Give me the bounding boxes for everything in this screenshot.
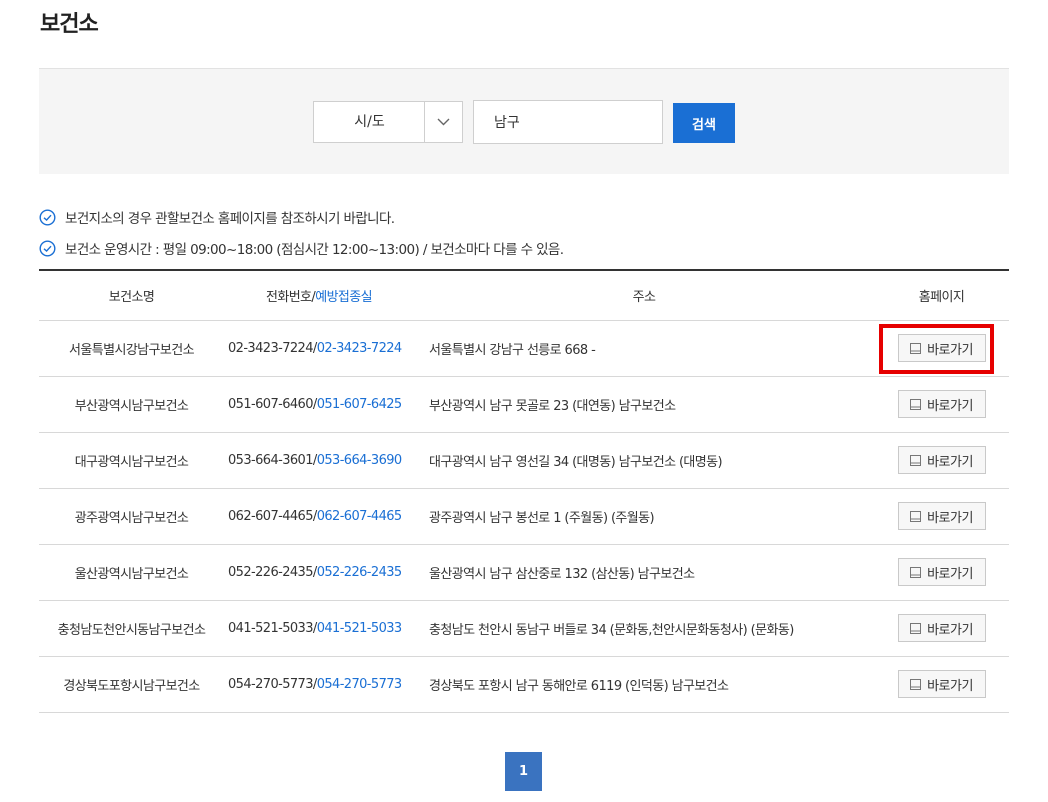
- header-address: 주소: [414, 270, 874, 321]
- homepage-cell: 바로가기: [874, 600, 1009, 657]
- center-name: 충청남도천안시동남구보건소: [39, 600, 224, 657]
- center-address: 서울특별시 강남구 선릉로 668 -: [414, 320, 874, 377]
- window-icon: [910, 398, 922, 410]
- tel-number: 062-607-4465: [228, 508, 314, 524]
- homepage-button[interactable]: 바로가기: [897, 614, 986, 642]
- center-name: 울산광역시남구보건소: [39, 544, 224, 601]
- center-address: 충청남도 천안시 동남구 버들로 34 (문화동,천안시문화동청사) (문화동): [414, 600, 874, 657]
- center-tel: 054-270-5773/054-270-5773: [224, 656, 414, 713]
- table-row: 광주광역시남구보건소 062-607-4465/062-607-4465 광주광…: [39, 488, 1009, 545]
- center-address: 대구광역시 남구 영선길 34 (대명동) 남구보건소 (대명동): [414, 432, 874, 489]
- vaccine-tel-number: 053-664-3690: [316, 452, 403, 468]
- center-name: 광주광역시남구보건소: [39, 488, 224, 545]
- header-name: 보건소명: [39, 270, 224, 321]
- tel-number: 053-664-3601: [228, 452, 314, 468]
- vaccine-tel-number: 041-521-5033: [316, 620, 403, 636]
- center-name: 대구광역시남구보건소: [39, 432, 224, 489]
- vaccine-tel-number: 062-607-4465: [316, 508, 403, 524]
- homepage-button[interactable]: 바로가기: [897, 670, 986, 698]
- table-row: 충청남도천안시동남구보건소 041-521-5033/041-521-5033 …: [39, 600, 1009, 657]
- region-select[interactable]: 시/도: [313, 101, 463, 143]
- vaccine-tel-number: 051-607-6425: [316, 396, 403, 412]
- page-button-current[interactable]: 1: [505, 752, 542, 791]
- homepage-button-label: 바로가기: [927, 398, 973, 414]
- table-row: 대구광역시남구보건소 053-664-3601/053-664-3690 대구광…: [39, 432, 1009, 489]
- homepage-cell: 바로가기: [874, 656, 1009, 713]
- vaccine-tel-number: 054-270-5773: [316, 676, 403, 692]
- center-address: 울산광역시 남구 삼산중로 132 (삼산동) 남구보건소: [414, 544, 874, 601]
- center-tel: 051-607-6460/051-607-6425: [224, 376, 414, 433]
- header-vaccine-label: 예방접종실: [315, 289, 373, 305]
- homepage-cell: 바로가기: [874, 544, 1009, 601]
- center-name: 서울특별시강남구보건소: [39, 320, 224, 377]
- tel-number: 041-521-5033: [228, 620, 314, 636]
- notice-item: 보건지소의 경우 관할보건소 홈페이지를 참조하시기 바랍니다.: [39, 207, 395, 227]
- tel-number: 054-270-5773: [228, 676, 314, 692]
- homepage-button-label: 바로가기: [927, 622, 973, 638]
- health-center-table: 보건소명 전화번호/예방접종실 주소 홈페이지 서울특별시강남구보건소 02-3…: [39, 269, 1009, 713]
- check-circle-icon: [39, 239, 56, 257]
- tel-number: 02-3423-7224: [228, 340, 314, 356]
- search-input[interactable]: [473, 100, 663, 144]
- header-tel: 전화번호/예방접종실: [224, 270, 414, 321]
- center-address: 광주광역시 남구 봉선로 1 (주월동) (주월동): [414, 488, 874, 545]
- homepage-button[interactable]: 바로가기: [897, 502, 986, 530]
- check-circle-icon: [39, 208, 56, 226]
- search-panel: 시/도 검색: [39, 68, 1009, 174]
- homepage-button-label: 바로가기: [927, 454, 973, 470]
- center-tel: 053-664-3601/053-664-3690: [224, 432, 414, 489]
- table-row: 부산광역시남구보건소 051-607-6460/051-607-6425 부산광…: [39, 376, 1009, 433]
- tel-number: 051-607-6460: [228, 396, 314, 412]
- chevron-down-icon[interactable]: [424, 102, 462, 142]
- homepage-button-label: 바로가기: [927, 510, 973, 526]
- center-tel: 041-521-5033/041-521-5033: [224, 600, 414, 657]
- homepage-button-label: 바로가기: [927, 678, 973, 694]
- search-button[interactable]: 검색: [673, 103, 735, 143]
- table-row: 서울특별시강남구보건소 02-3423-7224/02-3423-7224 서울…: [39, 320, 1009, 377]
- center-name: 부산광역시남구보건소: [39, 376, 224, 433]
- homepage-cell: 바로가기: [874, 376, 1009, 433]
- table-row: 울산광역시남구보건소 052-226-2435/052-226-2435 울산광…: [39, 544, 1009, 601]
- header-homepage: 홈페이지: [874, 270, 1009, 321]
- homepage-button-label: 바로가기: [927, 342, 973, 358]
- tel-number: 052-226-2435: [228, 564, 314, 580]
- vaccine-tel-number: 052-226-2435: [316, 564, 403, 580]
- notice-text: 보건지소의 경우 관할보건소 홈페이지를 참조하시기 바랍니다.: [65, 211, 395, 227]
- center-address: 경상북도 포항시 남구 동해안로 6119 (인덕동) 남구보건소: [414, 656, 874, 713]
- homepage-button[interactable]: 바로가기: [897, 390, 986, 418]
- notice-text: 보건소 운영시간 : 평일 09:00~18:00 (점심시간 12:00~13…: [65, 242, 564, 258]
- homepage-button-label: 바로가기: [927, 566, 973, 582]
- center-name: 경상북도포항시남구보건소: [39, 656, 224, 713]
- vaccine-tel-number: 02-3423-7224: [316, 340, 403, 356]
- header-tel-label: 전화번호/: [265, 289, 316, 305]
- notice-item: 보건소 운영시간 : 평일 09:00~18:00 (점심시간 12:00~13…: [39, 238, 564, 258]
- region-select-value: 시/도: [354, 114, 385, 130]
- homepage-cell: 바로가기: [874, 488, 1009, 545]
- center-tel: 02-3423-7224/02-3423-7224: [224, 320, 414, 377]
- page-title: 보건소: [40, 12, 99, 37]
- homepage-button[interactable]: 바로가기: [897, 334, 986, 362]
- window-icon: [910, 566, 922, 578]
- window-icon: [910, 510, 922, 522]
- window-icon: [910, 622, 922, 634]
- homepage-button[interactable]: 바로가기: [897, 446, 986, 474]
- homepage-cell: 바로가기: [874, 432, 1009, 489]
- homepage-cell: 바로가기: [874, 320, 1009, 377]
- center-tel: 052-226-2435/052-226-2435: [224, 544, 414, 601]
- window-icon: [910, 454, 922, 466]
- center-address: 부산광역시 남구 못골로 23 (대연동) 남구보건소: [414, 376, 874, 433]
- window-icon: [910, 678, 922, 690]
- table-row: 경상북도포항시남구보건소 054-270-5773/054-270-5773 경…: [39, 656, 1009, 713]
- table-header-row: 보건소명 전화번호/예방접종실 주소 홈페이지: [39, 270, 1009, 321]
- homepage-button[interactable]: 바로가기: [897, 558, 986, 586]
- window-icon: [910, 342, 922, 354]
- center-tel: 062-607-4465/062-607-4465: [224, 488, 414, 545]
